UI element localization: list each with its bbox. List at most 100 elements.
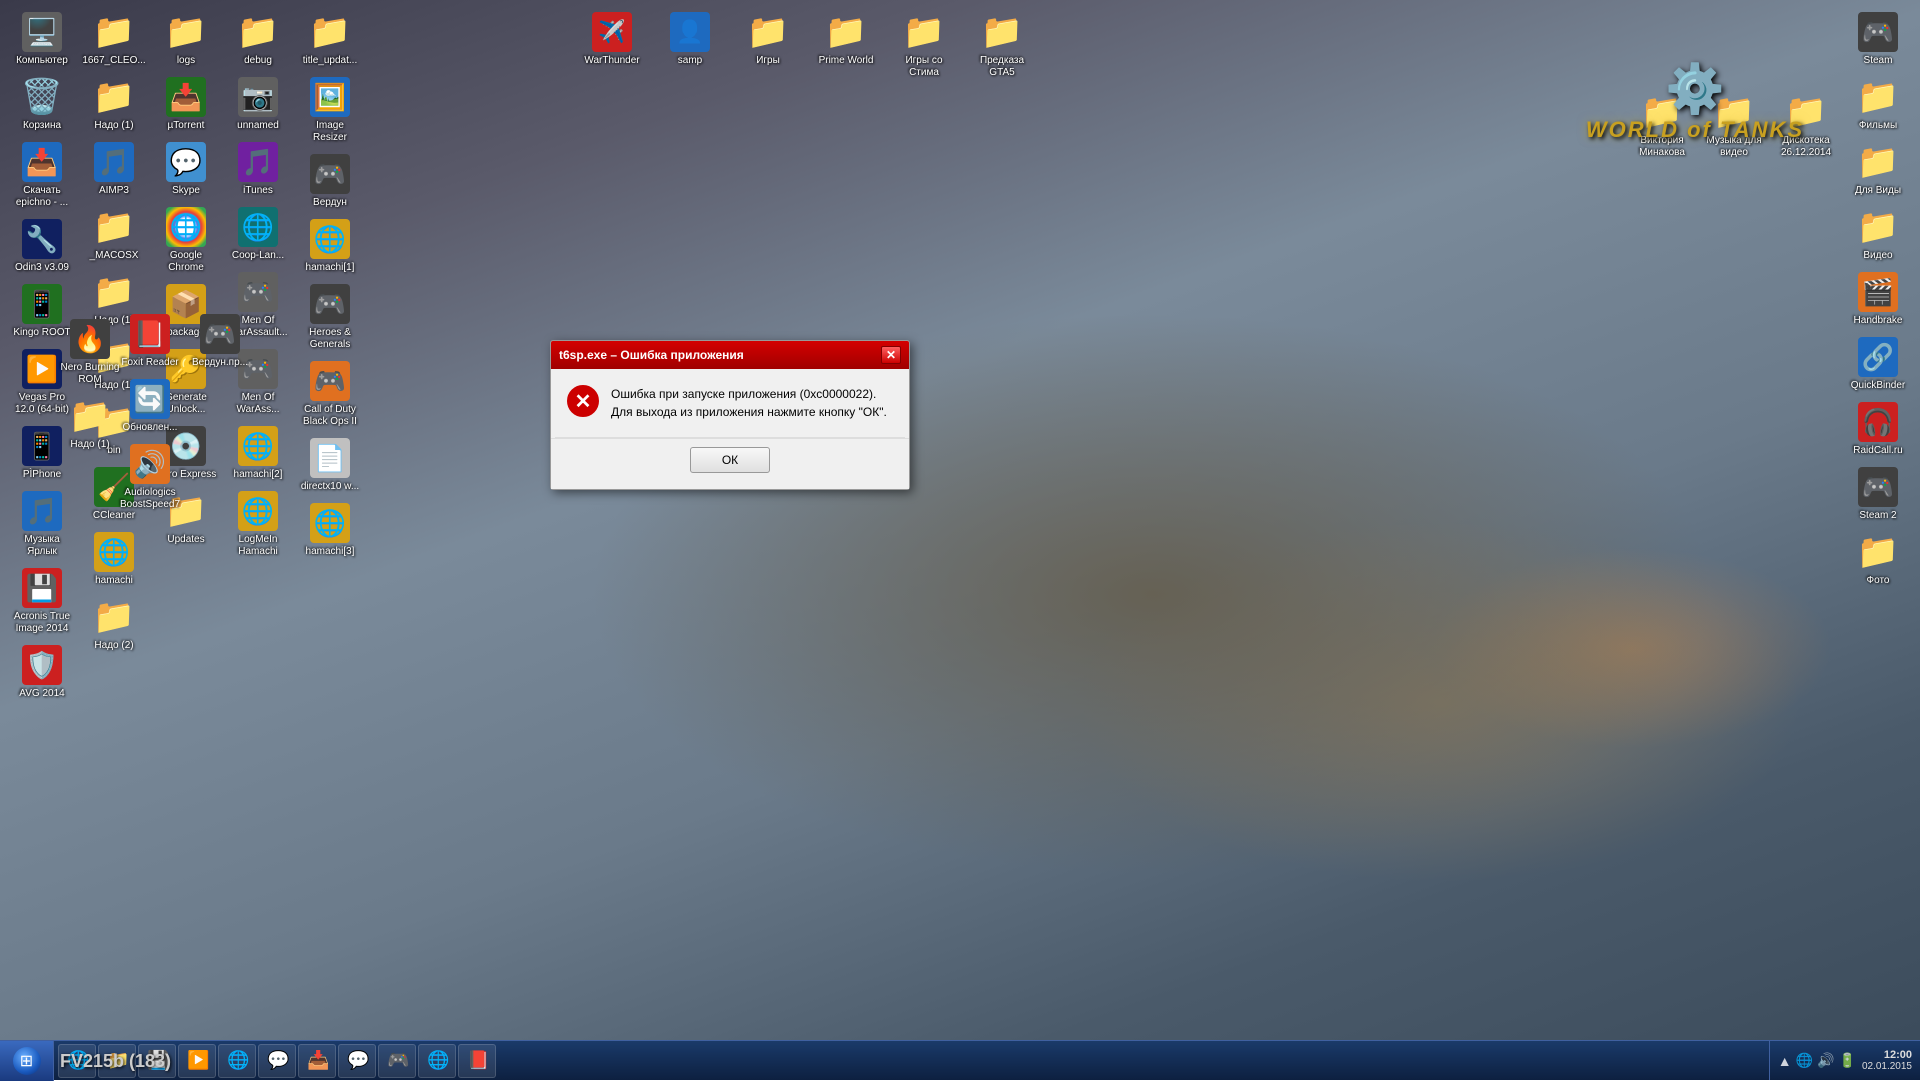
icon-hamachi-app[interactable]: 🌐 hamachi <box>80 528 148 591</box>
left-col5: 📁 title_updat... 🖼️ Image Resizer 🎮 Верд… <box>288 0 372 570</box>
icon-logmein[interactable]: 🌐 LogMeIn Hamachi <box>224 487 292 562</box>
logs-icon: 📁 <box>166 12 206 52</box>
icon-foto[interactable]: 📁 Фото <box>1844 528 1912 591</box>
icon-nado-folder[interactable]: 📁 1667_CLEO... <box>80 8 148 71</box>
icon-neroburn[interactable]: 🔥 Nero Burning ROM <box>56 315 124 390</box>
taskbar-wmp[interactable]: ▶️ <box>178 1044 216 1078</box>
icon-acronis-desk[interactable]: 💾 Acronis True Image 2014 <box>8 564 76 639</box>
icon-primeworld[interactable]: 📁 Prime World <box>812 8 880 83</box>
acronis-desk-label: Acronis True Image 2014 <box>10 611 74 635</box>
dialog-ok-button[interactable]: ОК <box>690 447 770 473</box>
tray-expand[interactable]: ▲ <box>1778 1053 1792 1069</box>
recycle-label: Корзина <box>23 120 61 132</box>
hamachi2-label: hamachi[2] <box>234 469 283 481</box>
icon-computer[interactable]: 🖥️ Компьютер <box>8 8 76 71</box>
icon-foxit[interactable]: 📕 Foxit Reader <box>116 310 184 373</box>
taskbar-chrome2[interactable]: 🌐 <box>418 1044 456 1078</box>
icon-obnovlenie[interactable]: 🔄 Обновлен... <box>116 375 184 438</box>
icon-heroes[interactable]: 🎮 Heroes & Generals <box>296 280 364 355</box>
icon-predakaz[interactable]: 📁 Предказа GTA5 <box>968 8 1036 83</box>
clock-time: 12:00 <box>1862 1049 1912 1061</box>
icon-warthunder[interactable]: ✈️ WarThunder <box>578 8 646 83</box>
wot-emblem-icon: ⚙️ <box>1555 60 1835 117</box>
system-tray: ▲ 🌐 🔊 🔋 <box>1778 1052 1856 1069</box>
dialog-footer: ОК <box>551 438 909 489</box>
icon-utorrent[interactable]: 📥 µTorrent <box>152 73 220 136</box>
icon-chrome[interactable]: 🌐 Google Chrome <box>152 203 220 278</box>
icon-logs[interactable]: 📁 logs <box>152 8 220 71</box>
tray-network[interactable]: 🌐 <box>1796 1052 1813 1069</box>
icon-dlya-vidy[interactable]: 📁 Для Виды <box>1844 138 1912 201</box>
icon-video-right[interactable]: 📁 Видео <box>1844 203 1912 266</box>
icon-skype[interactable]: 💬 Skype <box>152 138 220 201</box>
icon-imgresizer[interactable]: 🖼️ Image Resizer <box>296 73 364 148</box>
skype-tb-icon: 💬 <box>267 1050 287 1071</box>
taskbar-foxit[interactable]: 📕 <box>458 1044 496 1078</box>
icon-handbrake[interactable]: 🎬 Handbrake <box>1844 268 1912 331</box>
nado1-tb-icon: 📁 <box>70 396 110 436</box>
extra-icons2: 🎮 Вердун.пр... <box>186 310 254 373</box>
icon-filmy[interactable]: 📁 Фильмы <box>1844 73 1912 136</box>
icon-hamachi1[interactable]: 🌐 hamachi[1] <box>296 215 364 278</box>
icon-igry[interactable]: 📁 Игры <box>734 8 802 83</box>
tray-battery[interactable]: 🔋 <box>1839 1052 1856 1069</box>
icon-music-yar[interactable]: 🎵 Музыка Ярлык <box>8 487 76 562</box>
icon-odin3[interactable]: 🔧 Odin3 v3.09 <box>8 215 76 278</box>
icon-directx[interactable]: 📄 directx10 w... <box>296 434 364 497</box>
taskbar-steam[interactable]: 🎮 <box>378 1044 416 1078</box>
unnamed-icon: 📷 <box>238 77 278 117</box>
predakaz-label: Предказа GTA5 <box>970 55 1034 79</box>
directx-icon: 📄 <box>310 438 350 478</box>
taskbar-right: ▲ 🌐 🔊 🔋 12:00 02.01.2015 <box>1769 1041 1920 1080</box>
icon-debug[interactable]: 📁 debug <box>224 8 292 71</box>
icon-recycle[interactable]: 🗑️ Корзина <box>8 73 76 136</box>
icon-raidcall[interactable]: 🎧 RaidCall.ru <box>1844 398 1912 461</box>
avg-label: AVG 2014 <box>19 688 64 700</box>
icon-avg[interactable]: 🛡️ AVG 2014 <box>8 641 76 704</box>
logs-label: logs <box>177 55 195 67</box>
icon-itunes[interactable]: 🎵 iTunes <box>224 138 292 201</box>
icon-aimp3[interactable]: 🎵 AIMP3 <box>80 138 148 201</box>
taskbar-skype[interactable]: 💬 <box>258 1044 296 1078</box>
icon-nado1-tb[interactable]: 📁 Надо (1) <box>56 392 124 455</box>
icon-nado2[interactable]: 📁 Надо (2) <box>80 593 148 656</box>
icon-quickbinder[interactable]: 🔗 QuickBinder <box>1844 333 1912 396</box>
icon-verdunpr[interactable]: 🎮 Вердун.пр... <box>186 310 254 373</box>
icon-audiologics[interactable]: 🔊 Audiologics BoostSpeed7 <box>116 440 184 515</box>
icon-verdun[interactable]: 🎮 Вердун <box>296 150 364 213</box>
icon-skachay[interactable]: 📥 Скачать epichno - ... <box>8 138 76 213</box>
icon-hamachi2[interactable]: 🌐 hamachi[2] <box>224 422 292 485</box>
start-button[interactable]: ⊞ <box>0 1041 54 1081</box>
taskbar-chrome[interactable]: 🌐 <box>218 1044 256 1078</box>
icon-title-upd[interactable]: 📁 title_updat... <box>296 8 364 71</box>
odin3-label: Odin3 v3.09 <box>15 262 69 274</box>
taskbar-skype2[interactable]: 💬 <box>338 1044 376 1078</box>
nado1-desk-label: Надо (1) <box>94 120 133 132</box>
imgresizer-icon: 🖼️ <box>310 77 350 117</box>
aimp3-icon: 🎵 <box>94 142 134 182</box>
icon-nado1-desk[interactable]: 📁 Надо (1) <box>80 73 148 136</box>
wmp-icon: ▶️ <box>187 1050 207 1071</box>
system-clock[interactable]: 12:00 02.01.2015 <box>1862 1049 1912 1072</box>
icon-unnamed[interactable]: 📷 unnamed <box>224 73 292 136</box>
icon-cod[interactable]: 🎮 Call of Duty Black Ops II <box>296 357 364 432</box>
handbrake-icon: 🎬 <box>1858 272 1898 312</box>
music-yar-label: Музыка Ярлык <box>10 534 74 558</box>
icon-macosx[interactable]: 📁 _MACOSX <box>80 203 148 266</box>
macosx-label: _MACOSX <box>90 250 139 262</box>
icon-igry-steam[interactable]: 📁 Игры со Стима <box>890 8 958 83</box>
taskbar-utorrent[interactable]: 📥 <box>298 1044 336 1078</box>
utorrent-icon: 📥 <box>166 77 206 117</box>
start-orb: ⊞ <box>13 1047 41 1075</box>
icon-hamachi3[interactable]: 🌐 hamachi[3] <box>296 499 364 562</box>
icon-cooplan[interactable]: 🌐 Coop-Lan... <box>224 203 292 266</box>
dialog-close-button[interactable]: ✕ <box>881 346 901 364</box>
icon-steam-right[interactable]: 🎮 Steam <box>1844 8 1912 71</box>
tray-volume[interactable]: 🔊 <box>1817 1052 1834 1069</box>
warthunder-icon: ✈️ <box>592 12 632 52</box>
nado1-2-icon: 📁 <box>94 272 134 312</box>
icon-steam2[interactable]: 🎮 Steam 2 <box>1844 463 1912 526</box>
hamachi-app-label: hamachi <box>95 575 133 587</box>
icon-samp[interactable]: 👤 samp <box>656 8 724 83</box>
hamachi3-icon: 🌐 <box>310 503 350 543</box>
